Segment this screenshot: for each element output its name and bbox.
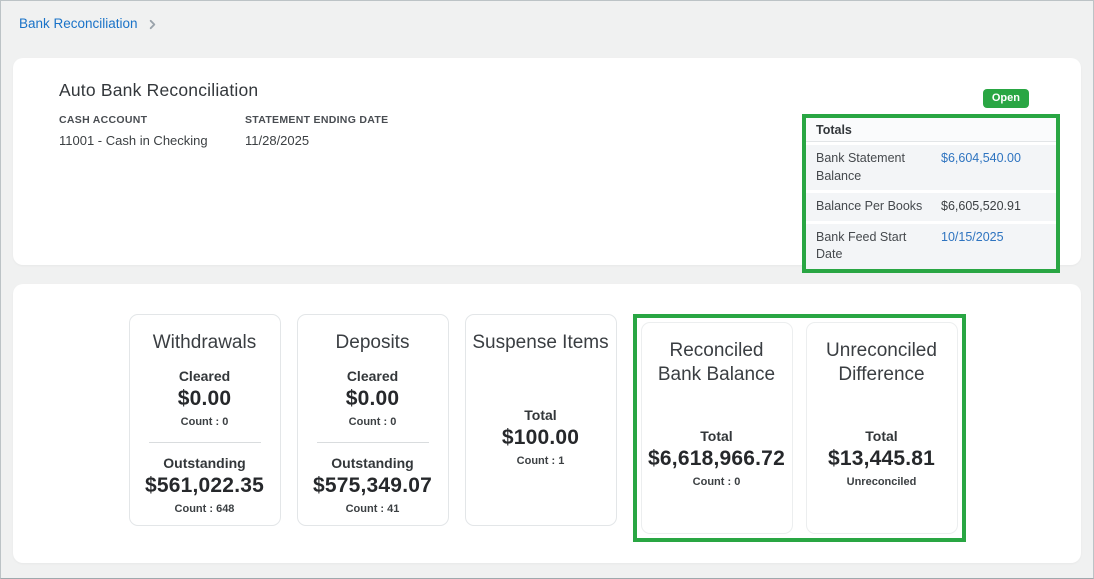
totals-table-header: Totals — [806, 118, 1056, 142]
breadcrumb-link-bank-reconciliation[interactable]: Bank Reconciliation — [19, 16, 138, 31]
tile-withdrawals[interactable]: Withdrawals Cleared $0.00 Count : 0 Outs… — [129, 314, 281, 526]
statement-ending-date-value: 11/28/2025 — [245, 133, 388, 148]
tile-reconciled-bank-balance[interactable]: Reconciled Bank Balance Total $6,618,966… — [641, 322, 793, 534]
total-count: Count : 1 — [517, 455, 565, 467]
withdrawals-cleared-section: Cleared $0.00 Count : 0 — [178, 368, 232, 428]
reconciliation-header-card: Auto Bank Reconciliation CASH ACCOUNT 11… — [13, 58, 1081, 265]
reconciled-total-section: Total $6,618,966.72 Count : 0 — [648, 428, 785, 488]
balance-per-books-value: $6,605,520.91 — [941, 198, 1021, 216]
summary-tiles-row: Withdrawals Cleared $0.00 Count : 0 Outs… — [13, 284, 1081, 542]
outstanding-count: Count : 648 — [175, 503, 235, 515]
cleared-count: Count : 0 — [181, 416, 229, 428]
outstanding-count: Count : 41 — [346, 503, 400, 515]
total-label: Total — [700, 428, 732, 444]
totals-table: Totals Bank Statement Balance $6,604,540… — [806, 118, 1056, 269]
page-title: Auto Bank Reconciliation — [59, 80, 258, 101]
tile-suspense-items-title: Suspense Items — [472, 331, 608, 355]
statement-ending-date-label: STATEMENT ENDING DATE — [245, 114, 388, 126]
bank-statement-balance-link[interactable]: $6,604,540.00 — [941, 150, 1021, 185]
field-statement-ending-date: STATEMENT ENDING DATE 11/28/2025 — [245, 114, 388, 148]
cash-account-label: CASH ACCOUNT — [59, 114, 245, 126]
total-amount: $13,445.81 — [828, 447, 935, 471]
reconciliation-summary-card: Withdrawals Cleared $0.00 Count : 0 Outs… — [13, 284, 1081, 563]
status-badge: Open — [983, 89, 1029, 108]
bank-statement-balance-label: Bank Statement Balance — [816, 150, 941, 185]
cleared-label: Cleared — [347, 368, 398, 384]
bank-feed-start-date-link[interactable]: 10/15/2025 — [941, 229, 1004, 264]
tile-unreconciled-difference-title: Unreconciled Difference — [813, 339, 951, 387]
total-count: Count : 0 — [693, 476, 741, 488]
tile-deposits[interactable]: Deposits Cleared $0.00 Count : 0 Outstan… — [297, 314, 449, 526]
cleared-label: Cleared — [179, 368, 230, 384]
reconciled-highlight-box: Reconciled Bank Balance Total $6,618,966… — [633, 314, 966, 542]
total-amount: $100.00 — [502, 426, 579, 450]
outstanding-label: Outstanding — [331, 455, 413, 471]
page: { "breadcrumb": { "label": "Bank Reconci… — [0, 0, 1094, 579]
field-cash-account: CASH ACCOUNT 11001 - Cash in Checking — [59, 114, 245, 148]
tile-deposits-title: Deposits — [336, 331, 410, 355]
tile-unreconciled-difference[interactable]: Unreconciled Difference Total $13,445.81… — [806, 322, 958, 534]
totals-row-bank-statement-balance: Bank Statement Balance $6,604,540.00 — [806, 145, 1056, 190]
suspense-total-section: Total $100.00 Count : 1 — [502, 407, 579, 467]
outstanding-amount: $561,022.35 — [145, 474, 264, 498]
header-fields: CASH ACCOUNT 11001 - Cash in Checking ST… — [59, 114, 388, 148]
tile-reconciled-bank-balance-title: Reconciled Bank Balance — [648, 339, 786, 387]
cleared-count: Count : 0 — [349, 416, 397, 428]
totals-row-balance-per-books: Balance Per Books $6,605,520.91 — [806, 193, 1056, 221]
totals-row-bank-feed-start-date: Bank Feed Start Date 10/15/2025 — [806, 224, 1056, 269]
outstanding-label: Outstanding — [163, 455, 245, 471]
total-amount: $6,618,966.72 — [648, 447, 785, 471]
total-label: Total — [865, 428, 897, 444]
unreconciled-total-section: Total $13,445.81 Unreconciled — [828, 428, 935, 488]
outstanding-amount: $575,349.07 — [313, 474, 432, 498]
totals-highlight-box: Totals Bank Statement Balance $6,604,540… — [802, 114, 1060, 273]
unreconciled-sub-label: Unreconciled — [847, 476, 917, 488]
deposits-outstanding-section: Outstanding $575,349.07 Count : 41 — [313, 455, 432, 515]
cleared-amount: $0.00 — [346, 387, 400, 411]
withdrawals-outstanding-section: Outstanding $561,022.35 Count : 648 — [145, 455, 264, 515]
balance-per-books-label: Balance Per Books — [816, 198, 941, 216]
bank-feed-start-date-label: Bank Feed Start Date — [816, 229, 941, 264]
tile-suspense-items[interactable]: Suspense Items Total $100.00 Count : 1 — [465, 314, 617, 526]
cash-account-value: 11001 - Cash in Checking — [59, 133, 245, 148]
cleared-amount: $0.00 — [178, 387, 232, 411]
tile-withdrawals-title: Withdrawals — [153, 331, 256, 355]
deposits-cleared-section: Cleared $0.00 Count : 0 — [346, 368, 400, 428]
total-label: Total — [524, 407, 556, 423]
breadcrumb: Bank Reconciliation — [1, 1, 1093, 33]
chevron-right-icon — [147, 19, 158, 30]
